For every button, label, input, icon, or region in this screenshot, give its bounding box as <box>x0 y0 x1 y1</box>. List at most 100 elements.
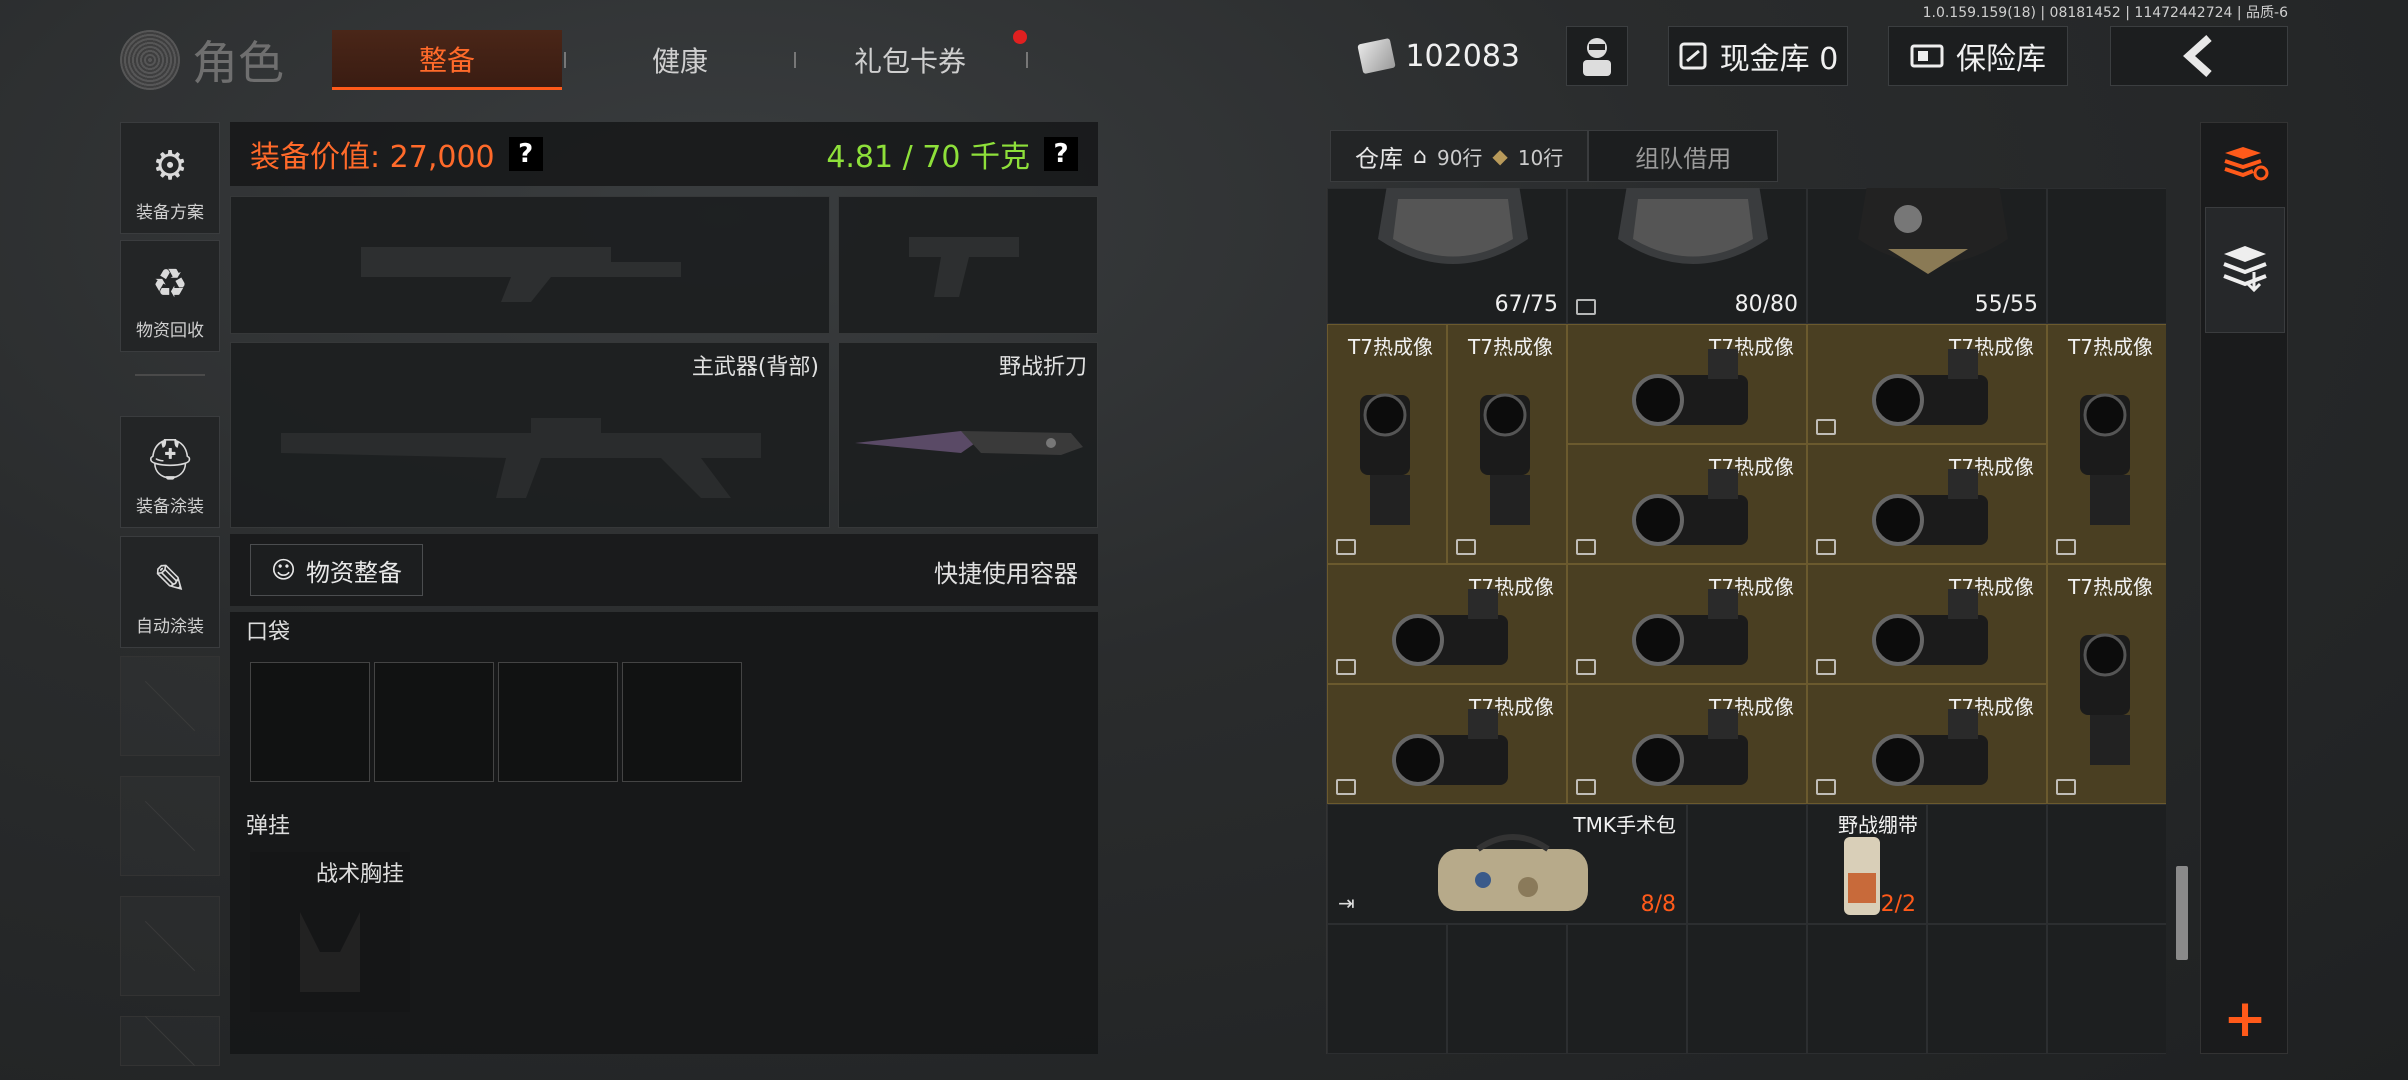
sidearm-slot[interactable] <box>838 196 1098 334</box>
box-icon <box>1816 779 1836 795</box>
box-icon <box>1336 539 1356 555</box>
weight-help-button[interactable]: ? <box>1044 137 1078 171</box>
storage-scrollbar[interactable] <box>2176 866 2188 960</box>
item-thermal-scope[interactable]: T7热成像 <box>1807 324 2047 444</box>
primary-weapon-slot[interactable] <box>230 196 830 334</box>
vault-icon <box>1679 42 1707 70</box>
item-bandage[interactable]: 野战绷带 2/2 <box>1807 804 1927 924</box>
empty-cell <box>1327 924 1447 1054</box>
box-icon <box>1336 659 1356 675</box>
globe-icon <box>120 30 180 90</box>
sidebar-item-skin[interactable]: ⛑ 装备涂装 <box>120 416 220 528</box>
cash-vault-button[interactable]: 现金库 0 <box>1668 26 1848 86</box>
quick-container-label: 快捷使用容器 <box>934 560 1078 588</box>
add-storage-button[interactable]: + <box>2205 987 2285 1051</box>
tab-loadout[interactable]: 整备 <box>332 30 562 90</box>
item-count: 2/2 <box>1880 892 1916 917</box>
item-thermal-scope[interactable]: T7热成像 <box>1807 684 2047 804</box>
item-thermal-scope[interactable]: T7热成像 <box>1567 564 1807 684</box>
item-name: T7热成像 <box>1348 335 1433 359</box>
sidebar-item-auto-skin[interactable]: ✎ 自动涂装 <box>120 536 220 648</box>
tab-label: 整备 <box>418 43 475 77</box>
sort-button[interactable] <box>2205 131 2285 195</box>
medkit-image <box>1438 834 1588 911</box>
thermal-scope-image <box>1872 349 1988 426</box>
box-icon <box>2056 779 2076 795</box>
pocket-slot[interactable] <box>622 662 742 782</box>
pocket-label: 口袋 <box>246 620 291 645</box>
chest-rig-slot[interactable]: 战术胸挂 <box>250 852 410 1012</box>
tab-health[interactable]: 健康 <box>580 30 780 90</box>
tab-label: 礼包卡券 <box>853 45 966 78</box>
safe-icon <box>1910 44 1944 68</box>
mask-icon: ☺ <box>271 556 297 584</box>
item-helmet[interactable]: 55/55 <box>1807 188 2047 324</box>
operator-button[interactable] <box>1566 26 1628 86</box>
item-thermal-scope[interactable]: T7热成像 <box>1327 564 1567 684</box>
inventory-area: 口袋 弹挂 战术胸挂 <box>230 612 1098 1054</box>
item-thermal-scope[interactable]: T7热成像 <box>2047 564 2166 804</box>
knife-slot[interactable]: 野战折刀 <box>838 342 1098 528</box>
sidebar-item-label: 自动涂装 <box>136 617 204 637</box>
back-button[interactable] <box>2110 26 2288 86</box>
thermal-scope-image <box>1392 589 1508 666</box>
operator-icon <box>1583 38 1611 76</box>
slot-label: 主武器(背部) <box>691 355 819 380</box>
tab-divider <box>1026 52 1028 68</box>
sidebar-item-label: 装备涂装 <box>136 497 204 517</box>
gun-preset-icon: ⚙ <box>152 143 188 189</box>
chevron-left-icon <box>2183 35 2212 77</box>
weight-value: 4.81 / 70 千克 <box>826 140 1030 175</box>
supply-row: ☺ 物资整备 快捷使用容器 <box>230 534 1098 606</box>
item-thermal-scope[interactable]: T7热成像 <box>1807 444 2047 564</box>
item-thermal-scope[interactable]: T7热成像 <box>1567 444 1807 564</box>
tab-team-borrow[interactable]: 组队借用 <box>1588 130 1779 182</box>
item-count: 8/8 <box>1640 892 1676 917</box>
tab-divider <box>564 52 566 68</box>
thermal-scope-image <box>1872 589 1988 666</box>
sidebar-item-label: 物资回收 <box>136 321 204 341</box>
empty-cell <box>2047 924 2166 1054</box>
bag-rows: 10行 <box>1517 145 1564 170</box>
insurance-vault-button[interactable]: 保险库 <box>1888 26 2068 86</box>
item-thermal-scope[interactable]: T7热成像 <box>1327 324 1447 564</box>
thermal-scope-image <box>1632 589 1748 666</box>
warehouse-rows: 90行 <box>1436 145 1483 170</box>
item-helmet[interactable]: 67/75 <box>1327 188 1567 324</box>
empty-cell <box>2047 188 2166 324</box>
storage-tools-rail: + <box>2200 122 2288 1054</box>
supply-prep-button[interactable]: ☺ 物资整备 <box>250 544 424 596</box>
item-durability: 67/75 <box>1494 292 1558 317</box>
thermal-scope-image <box>2080 393 2130 525</box>
pocket-slot[interactable] <box>250 662 370 782</box>
item-thermal-scope[interactable]: T7热成像 <box>1807 564 2047 684</box>
item-thermal-scope[interactable]: T7热成像 <box>1327 684 1567 804</box>
item-helmet[interactable]: 80/80 <box>1567 188 1807 324</box>
cash-vault-label: 现金库 0 <box>1719 42 1839 77</box>
box-icon <box>1336 779 1356 795</box>
thermal-scope-image <box>1632 349 1748 426</box>
sidebar-item-loadout-presets[interactable]: ⚙ 装备方案 <box>120 122 220 234</box>
item-medkit[interactable]: TMK手术包 ⇥ 8/8 <box>1327 804 1687 924</box>
sidebar-empty-slot <box>120 776 220 876</box>
pocket-slot[interactable] <box>498 662 618 782</box>
currency-value: 102083 <box>1405 38 1520 74</box>
item-thermal-scope[interactable]: T7热成像 <box>1567 684 1807 804</box>
sidebar-item-recycle[interactable]: ♻ 物资回收 <box>120 240 220 352</box>
empty-cell <box>1687 804 1807 924</box>
primary-weapon-back-slot[interactable]: 主武器(背部) <box>230 342 830 528</box>
quick-store-button[interactable] <box>2205 207 2285 333</box>
tab-gift-coupons[interactable]: 礼包卡券 <box>810 30 1010 90</box>
item-thermal-scope[interactable]: T7热成像 <box>1447 324 1567 564</box>
empty-cell <box>1927 924 2047 1054</box>
item-thermal-scope[interactable]: T7热成像 <box>2047 324 2166 564</box>
storage-grid: 67/75 80/80 55/55 T7热成像 T7热成像 T7热成像 T7热成… <box>1326 188 2166 1054</box>
item-thermal-scope[interactable]: T7热成像 <box>1567 324 1807 444</box>
cash-icon <box>1357 37 1397 75</box>
value-help-button[interactable]: ? <box>508 137 543 171</box>
box-icon <box>1576 539 1596 555</box>
role-title: 角色 <box>192 36 284 90</box>
tab-warehouse[interactable]: 仓库 ⌂ 90行 ◆ 10行 <box>1330 130 1589 182</box>
pocket-slot[interactable] <box>374 662 494 782</box>
supply-button-label: 物资整备 <box>306 558 403 587</box>
